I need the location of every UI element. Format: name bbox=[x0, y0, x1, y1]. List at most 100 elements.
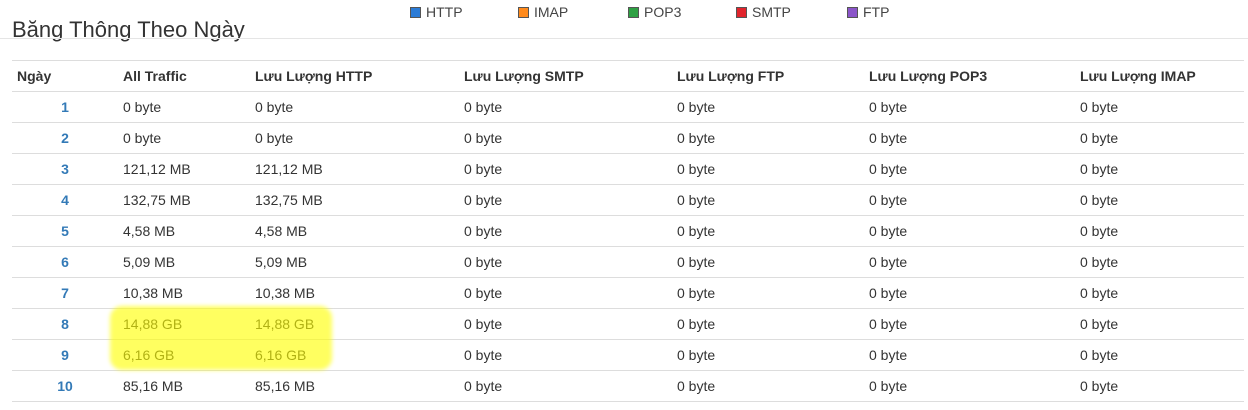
cell-all-traffic: 4,58 MB bbox=[118, 215, 250, 247]
cell-smtp: 0 byte bbox=[459, 91, 672, 123]
cell-smtp: 0 byte bbox=[459, 215, 672, 247]
cell-imap: 0 byte bbox=[1075, 308, 1244, 340]
cell-all-traffic: 0 byte bbox=[118, 91, 250, 123]
day-link[interactable]: 9 bbox=[12, 339, 118, 371]
cell-pop3: 0 byte bbox=[864, 153, 1075, 185]
cell-all-traffic: 0 byte bbox=[118, 122, 250, 154]
cell-ftp: 0 byte bbox=[672, 277, 864, 309]
day-link[interactable]: 6 bbox=[12, 246, 118, 278]
cell-http: 121,12 MB bbox=[250, 153, 459, 185]
cell-ftp: 0 byte bbox=[672, 122, 864, 154]
table-row: 5 4,58 MB 4,58 MB 0 byte 0 byte 0 byte 0… bbox=[12, 215, 1244, 247]
day-link[interactable]: 1 bbox=[12, 91, 118, 123]
legend-label-ftp: FTP bbox=[863, 4, 890, 20]
cell-imap: 0 byte bbox=[1075, 184, 1244, 216]
table-row: 6 5,09 MB 5,09 MB 0 byte 0 byte 0 byte 0… bbox=[12, 246, 1244, 278]
cell-pop3: 0 byte bbox=[864, 370, 1075, 402]
header-ftp[interactable]: Lưu Lượng FTP bbox=[672, 60, 864, 92]
cell-imap: 0 byte bbox=[1075, 339, 1244, 371]
cell-pop3: 0 byte bbox=[864, 215, 1075, 247]
page-title: Băng Thông Theo Ngày bbox=[12, 17, 245, 42]
table-row: 3 121,12 MB 121,12 MB 0 byte 0 byte 0 by… bbox=[12, 153, 1244, 185]
table-row: 4 132,75 MB 132,75 MB 0 byte 0 byte 0 by… bbox=[12, 184, 1244, 216]
cell-imap: 0 byte bbox=[1075, 122, 1244, 154]
cell-smtp: 0 byte bbox=[459, 246, 672, 278]
title-divider bbox=[0, 38, 1248, 39]
cell-all-traffic: 6,16 GB bbox=[118, 339, 250, 371]
cell-all-traffic: 121,12 MB bbox=[118, 153, 250, 185]
cell-imap: 0 byte bbox=[1075, 91, 1244, 123]
cell-smtp: 0 byte bbox=[459, 277, 672, 309]
cell-pop3: 0 byte bbox=[864, 246, 1075, 278]
cell-http: 0 byte bbox=[250, 91, 459, 123]
header-smtp[interactable]: Lưu Lượng SMTP bbox=[459, 60, 672, 92]
legend-item-pop3[interactable]: POP3 bbox=[628, 4, 681, 20]
day-link[interactable]: 7 bbox=[12, 277, 118, 309]
header-day[interactable]: Ngày bbox=[12, 60, 118, 92]
cell-http: 6,16 GB bbox=[250, 339, 459, 371]
table-row: 1 0 byte 0 byte 0 byte 0 byte 0 byte 0 b… bbox=[12, 91, 1244, 123]
cell-ftp: 0 byte bbox=[672, 246, 864, 278]
cell-all-traffic: 85,16 MB bbox=[118, 370, 250, 402]
day-link[interactable]: 5 bbox=[12, 215, 118, 247]
table-row: 7 10,38 MB 10,38 MB 0 byte 0 byte 0 byte… bbox=[12, 277, 1244, 309]
cell-ftp: 0 byte bbox=[672, 91, 864, 123]
cell-imap: 0 byte bbox=[1075, 370, 1244, 402]
day-link[interactable]: 8 bbox=[12, 308, 118, 340]
legend-label-http: HTTP bbox=[426, 4, 463, 20]
cell-imap: 0 byte bbox=[1075, 246, 1244, 278]
legend-item-ftp[interactable]: FTP bbox=[847, 4, 889, 20]
cell-http: 5,09 MB bbox=[250, 246, 459, 278]
header-http[interactable]: Lưu Lượng HTTP bbox=[250, 60, 459, 92]
cell-pop3: 0 byte bbox=[864, 277, 1075, 309]
cell-ftp: 0 byte bbox=[672, 308, 864, 340]
cell-pop3: 0 byte bbox=[864, 308, 1075, 340]
cell-http: 85,16 MB bbox=[250, 370, 459, 402]
cell-imap: 0 byte bbox=[1075, 277, 1244, 309]
cell-pop3: 0 byte bbox=[864, 184, 1075, 216]
legend-swatch-http bbox=[410, 7, 421, 18]
cell-smtp: 0 byte bbox=[459, 308, 672, 340]
table-row-highlighted: 9 6,16 GB 6,16 GB 0 byte 0 byte 0 byte 0… bbox=[12, 339, 1244, 371]
legend-item-http[interactable]: HTTP bbox=[410, 4, 463, 20]
legend-swatch-ftp bbox=[847, 7, 858, 18]
cell-http: 0 byte bbox=[250, 122, 459, 154]
bandwidth-table: Ngày All Traffic Lưu Lượng HTTP Lưu Lượn… bbox=[12, 60, 1244, 402]
legend-label-smtp: SMTP bbox=[752, 4, 791, 20]
legend-label-imap: IMAP bbox=[534, 4, 569, 20]
cell-smtp: 0 byte bbox=[459, 370, 672, 402]
cell-imap: 0 byte bbox=[1075, 215, 1244, 247]
day-link[interactable]: 3 bbox=[12, 153, 118, 185]
cell-ftp: 0 byte bbox=[672, 184, 864, 216]
table-header-row: Ngày All Traffic Lưu Lượng HTTP Lưu Lượn… bbox=[12, 60, 1244, 92]
cell-ftp: 0 byte bbox=[672, 339, 864, 371]
cell-ftp: 0 byte bbox=[672, 153, 864, 185]
header-pop3[interactable]: Lưu Lượng POP3 bbox=[864, 60, 1075, 92]
day-link[interactable]: 10 bbox=[12, 370, 118, 402]
cell-ftp: 0 byte bbox=[672, 215, 864, 247]
day-link[interactable]: 4 bbox=[12, 184, 118, 216]
cell-imap: 0 byte bbox=[1075, 153, 1244, 185]
cell-pop3: 0 byte bbox=[864, 122, 1075, 154]
header-imap[interactable]: Lưu Lượng IMAP bbox=[1075, 60, 1244, 92]
cell-http: 10,38 MB bbox=[250, 277, 459, 309]
header-all-traffic[interactable]: All Traffic bbox=[118, 60, 250, 92]
cell-all-traffic: 5,09 MB bbox=[118, 246, 250, 278]
cell-pop3: 0 byte bbox=[864, 91, 1075, 123]
legend-swatch-smtp bbox=[736, 7, 747, 18]
table-row: 2 0 byte 0 byte 0 byte 0 byte 0 byte 0 b… bbox=[12, 122, 1244, 154]
table-row-highlighted: 8 14,88 GB 14,88 GB 0 byte 0 byte 0 byte… bbox=[12, 308, 1244, 340]
cell-pop3: 0 byte bbox=[864, 339, 1075, 371]
cell-smtp: 0 byte bbox=[459, 339, 672, 371]
legend-swatch-imap bbox=[518, 7, 529, 18]
cell-all-traffic: 132,75 MB bbox=[118, 184, 250, 216]
legend-swatch-pop3 bbox=[628, 7, 639, 18]
cell-all-traffic: 14,88 GB bbox=[118, 308, 250, 340]
cell-smtp: 0 byte bbox=[459, 184, 672, 216]
cell-http: 132,75 MB bbox=[250, 184, 459, 216]
cell-smtp: 0 byte bbox=[459, 122, 672, 154]
legend-item-smtp[interactable]: SMTP bbox=[736, 4, 791, 20]
legend-item-imap[interactable]: IMAP bbox=[518, 4, 568, 20]
day-link[interactable]: 2 bbox=[12, 122, 118, 154]
cell-smtp: 0 byte bbox=[459, 153, 672, 185]
